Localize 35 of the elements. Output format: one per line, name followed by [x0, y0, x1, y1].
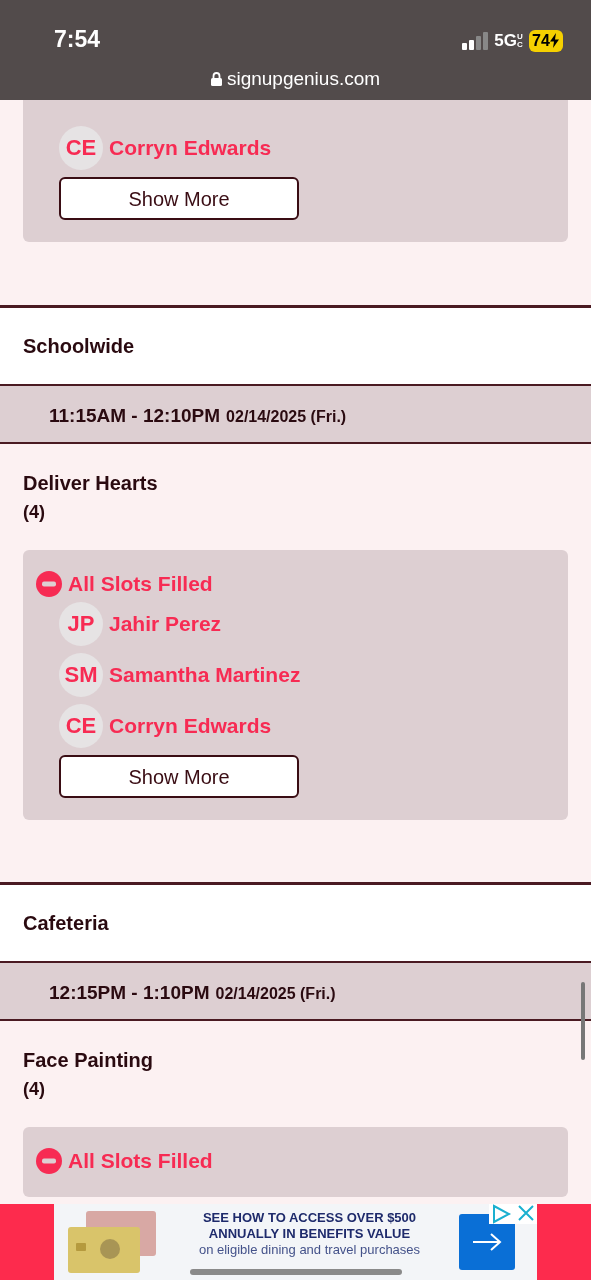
- minus-circle-icon: [36, 1148, 62, 1174]
- slot-count: (4): [23, 1078, 46, 1101]
- battery-level: 74: [532, 30, 550, 51]
- network-sub-label: UC: [517, 32, 523, 49]
- initials-avatar: CE: [59, 125, 103, 170]
- date-text: 02/14/2025 (Fri.): [215, 984, 336, 1004]
- network-label: 5G: [494, 30, 517, 52]
- task-title: Face Painting: [23, 1048, 155, 1073]
- ad-headline[interactable]: SEE HOW TO ACCESS OVER $500: [202, 1210, 417, 1226]
- slots-status: All Slots Filled: [68, 571, 213, 598]
- section-title: Schoolwide: [23, 334, 135, 359]
- section-title: Cafeteria: [23, 911, 109, 936]
- signal-icon: [462, 31, 489, 50]
- time-range: 12:15PM - 1:10PM: [49, 981, 210, 1005]
- show-more-button[interactable]: Show More: [59, 755, 299, 798]
- show-more-button[interactable]: Show More: [59, 177, 299, 220]
- ad-headline[interactable]: ANNUALLY IN BENEFITS VALUE: [208, 1226, 411, 1242]
- arrow-button[interactable]: [459, 1214, 515, 1270]
- initials-avatar: CE: [59, 703, 103, 748]
- url-text[interactable]: signupgenius.com: [226, 65, 381, 94]
- arrow-icon: [472, 1232, 502, 1252]
- close-icon[interactable]: [517, 1204, 535, 1222]
- ad-choices-icon[interactable]: [491, 1204, 511, 1224]
- time-range: 11:15AM - 12:10PM: [49, 404, 221, 428]
- lock-icon: [210, 72, 222, 87]
- clock-time: 7:54: [54, 25, 101, 54]
- initials-avatar: SM: [59, 652, 103, 697]
- date-text: 02/14/2025 (Fri.): [226, 407, 347, 427]
- slot-count: (4): [23, 501, 46, 524]
- task-title: Deliver Hearts: [23, 471, 159, 496]
- minus-circle-icon: [36, 571, 62, 597]
- ad-subline[interactable]: on eligible dining and travel purchases: [198, 1242, 421, 1258]
- scrollbar-icon: [581, 982, 585, 1060]
- initials-avatar: JP: [59, 601, 103, 646]
- slots-status: All Slots Filled: [68, 1148, 213, 1175]
